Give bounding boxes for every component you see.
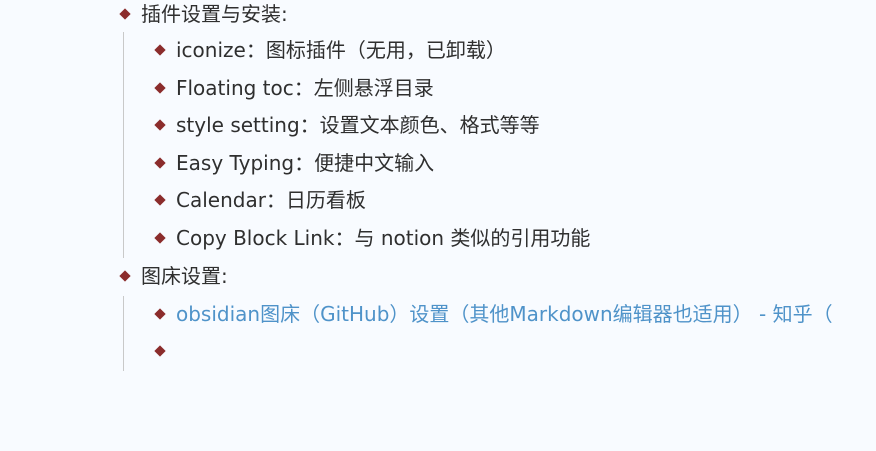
indent-guide-line xyxy=(123,32,124,258)
outline-subitem-label: iconize：图标插件（无用，已卸载） xyxy=(176,38,506,62)
outline-subitem-label: Copy Block Link：与 notion 类似的引用功能 xyxy=(176,226,591,250)
outline-item-plugin-setup[interactable]: 插件设置与安装: xyxy=(119,0,288,28)
outline-editor-view: 插件设置与安装: iconize：图标插件（无用，已卸载） Floating t… xyxy=(0,0,876,451)
diamond-bullet-icon[interactable] xyxy=(154,308,166,320)
diamond-bullet-icon[interactable] xyxy=(119,270,131,282)
outline-subitem-obsidian-link[interactable]: obsidian图床（GitHub）设置（其他Markdown编辑器也适用） -… xyxy=(154,300,833,328)
diamond-bullet-icon[interactable] xyxy=(119,8,131,20)
outline-item-label: 插件设置与安装: xyxy=(141,2,288,26)
outline-subitem-label: style setting：设置文本颜色、格式等等 xyxy=(176,113,540,137)
outline-subitem-label: Floating toc：左侧悬浮目录 xyxy=(176,76,434,100)
diamond-bullet-icon[interactable] xyxy=(154,119,166,131)
outline-subitem-calendar[interactable]: Calendar：日历看板 xyxy=(154,186,366,214)
outline-subitem-easy-typing[interactable]: Easy Typing：便捷中文输入 xyxy=(154,149,435,177)
diamond-bullet-icon[interactable] xyxy=(154,157,166,169)
indent-guide-line xyxy=(123,296,124,371)
outline-subitem-label: Easy Typing：便捷中文输入 xyxy=(176,151,435,175)
outline-subitem-empty[interactable] xyxy=(154,337,176,365)
outline-subitem-copy-block-link[interactable]: Copy Block Link：与 notion 类似的引用功能 xyxy=(154,224,591,252)
diamond-bullet-icon[interactable] xyxy=(154,194,166,206)
outline-subitem-floating-toc[interactable]: Floating toc：左侧悬浮目录 xyxy=(154,74,434,102)
diamond-bullet-icon[interactable] xyxy=(154,345,166,357)
external-link[interactable]: obsidian图床（GitHub）设置（其他Markdown编辑器也适用） -… xyxy=(176,300,833,328)
diamond-bullet-icon[interactable] xyxy=(154,82,166,94)
outline-item-label: 图床设置: xyxy=(141,264,228,288)
outline-subitem-iconize[interactable]: iconize：图标插件（无用，已卸载） xyxy=(154,36,506,64)
outline-item-image-host[interactable]: 图床设置: xyxy=(119,262,228,290)
outline-subitem-style-setting[interactable]: style setting：设置文本颜色、格式等等 xyxy=(154,111,540,139)
diamond-bullet-icon[interactable] xyxy=(154,44,166,56)
diamond-bullet-icon[interactable] xyxy=(154,232,166,244)
outline-subitem-label: Calendar：日历看板 xyxy=(176,188,366,212)
